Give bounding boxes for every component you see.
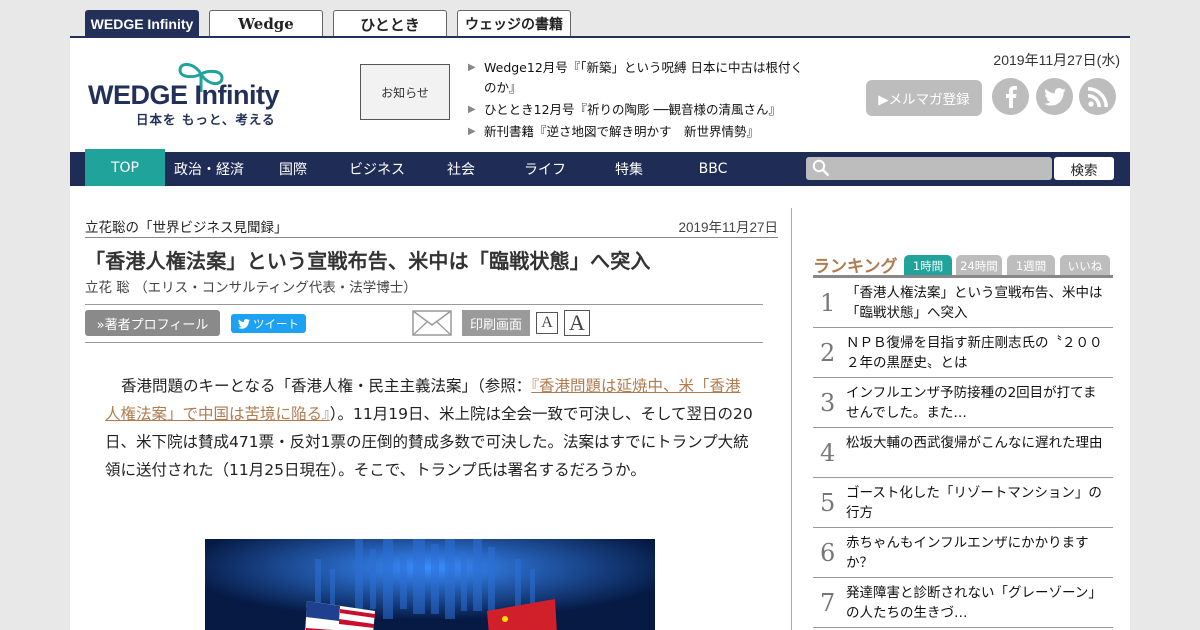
nav-item-politics-economy[interactable]: 政治・経済 — [165, 152, 253, 186]
tab-1-week[interactable]: 1週間 — [1007, 255, 1055, 276]
nav-item-society[interactable]: 社会 — [421, 152, 501, 186]
article-date: 2019年11月27日 — [678, 220, 778, 235]
news-item[interactable]: ▶ ひととき12月号『祈りの陶彫 ──観音様の清風さん』 — [468, 100, 813, 120]
ranking-title: ランキング — [813, 257, 898, 277]
site-logo[interactable]: WEDGE Infinity 日本を もっと、考える — [88, 56, 318, 127]
ranking-item[interactable]: 5 ゴースト化した「リゾートマンション」の行方 — [813, 478, 1113, 528]
search-icon — [812, 159, 830, 177]
ranking-item[interactable]: 4 松坂大輔の西武復帰がこんなに遅れた理由 — [813, 428, 1113, 478]
ranking-number: 6 — [820, 539, 836, 567]
nav-item-life[interactable]: ライフ — [501, 152, 589, 186]
tab-likes[interactable]: いいね — [1060, 255, 1110, 276]
ranking-item[interactable]: 3 インフルエンザ予防接種の2回目が打てませんでした。また… — [813, 378, 1113, 428]
nav-item-top[interactable]: TOP — [85, 149, 165, 186]
ranking-item-title: 松坂大輔の西武復帰がこんなに遅れた理由 — [846, 435, 1103, 451]
article-series[interactable]: 立花聡の「世界ビジネス見聞録」 — [85, 216, 288, 236]
divider — [85, 304, 763, 305]
arrow-right-icon: ▶ — [468, 126, 476, 137]
ranking-number: 3 — [820, 389, 836, 417]
page-container: WEDGE Infinity 日本を もっと、考える お知らせ ▶ Wedge12… — [70, 36, 1130, 630]
tweet-button[interactable]: ツイート — [231, 314, 306, 333]
ranking-item[interactable]: 6 赤ちゃんもインフルエンザにかかりますか？ — [813, 528, 1113, 578]
divider — [791, 208, 792, 630]
site-tab-hitotoki[interactable]: ひととき — [333, 10, 447, 37]
ranking-number: 4 — [820, 439, 836, 467]
nav-item-feature[interactable]: 特集 — [589, 152, 669, 186]
site-tab-wedge-books[interactable]: ウェッジの書籍 — [457, 10, 571, 37]
divider — [85, 237, 778, 238]
ranking-item-title: インフルエンザ予防接種の2回目が打てませんでした。また… — [846, 385, 1097, 421]
font-size-large-button[interactable]: A — [564, 310, 590, 336]
font-size-small-button[interactable]: A — [536, 312, 558, 334]
tweet-label: ツイート — [253, 316, 299, 331]
twitter-icon — [238, 318, 250, 329]
mail-magazine-button[interactable]: ▶メルマガ登録 — [866, 80, 982, 116]
ranking-number: 2 — [820, 339, 836, 367]
search-button[interactable]: 検索 — [1054, 157, 1114, 180]
article-body: 香港問題のキーとなる「香港人権・民主主義法案」（参照：『香港問題は延焼中、米「香… — [105, 372, 755, 484]
print-button[interactable]: 印刷画面 — [462, 310, 530, 336]
ranking-item[interactable]: 2 ＮＰＢ復帰を目指す新庄剛志氏の〝２００２年の黒歴史〟とは — [813, 328, 1113, 378]
page-title: 「香港人権法案」という宣戦布告、米中は「臨戦状態」へ突入 — [85, 249, 651, 273]
ranking-number: 7 — [820, 589, 836, 617]
arrow-right-icon: ▶ — [468, 62, 476, 73]
ranking-number: 1 — [820, 289, 836, 317]
news-item[interactable]: ▶ 新刊書籍『逆さ地図で解き明かす 新世界情勢』 — [468, 122, 813, 142]
site-tab-bar: WEDGE Infinity Wedge ひととき ウェッジの書籍 — [0, 0, 1200, 37]
divider — [85, 342, 763, 343]
tab-1-hour[interactable]: 1時間 — [904, 255, 952, 276]
site-tab-wedge-infinity[interactable]: WEDGE Infinity — [85, 10, 199, 37]
site-header: WEDGE Infinity 日本を もっと、考える お知らせ ▶ Wedge12… — [70, 38, 1130, 152]
notice-label[interactable]: お知らせ — [360, 64, 450, 120]
rss-icon[interactable] — [1079, 78, 1116, 115]
ranking-item-title: 発達障害と診断されない「グレーゾーン」の人たちの生きづ… — [846, 585, 1102, 621]
ranking-item-title: ＮＰＢ復帰を目指す新庄剛志氏の〝２００２年の黒歴史〟とは — [846, 335, 1103, 371]
ranking-item-title: ゴースト化した「リゾートマンション」の行方 — [846, 485, 1102, 521]
arrow-right-icon: ▶ — [468, 104, 476, 115]
ranking-item[interactable]: 7 発達障害と診断されない「グレーゾーン」の人たちの生きづ… — [813, 578, 1113, 628]
site-tab-wedge[interactable]: Wedge — [209, 10, 323, 37]
facebook-icon[interactable] — [992, 78, 1029, 115]
nav-item-bbc[interactable]: BBC — [669, 152, 757, 186]
nav-item-international[interactable]: 国際 — [253, 152, 333, 186]
ranking-item-title: 「香港人権法案」という宣戦布告、米中は「臨戦状態」へ突入 — [846, 285, 1103, 321]
nav-item-business[interactable]: ビジネス — [333, 152, 421, 186]
main-nav: TOP 政治・経済 国際 ビジネス 社会 ライフ 特集 BBC 検索 — [70, 149, 1130, 186]
ranking-item-title: 赤ちゃんもインフルエンザにかかりますか？ — [846, 535, 1089, 571]
ranking-number: 5 — [820, 489, 836, 517]
header-date: 2019年11月27日(水) — [993, 52, 1120, 68]
author-profile-button[interactable]: »著者プロフィール — [85, 310, 220, 336]
logo-tagline: 日本を もっと、考える — [136, 112, 276, 127]
search-input[interactable] — [806, 157, 1052, 180]
mail-icon[interactable] — [412, 310, 452, 336]
logo-wordmark: WEDGE Infinity — [88, 80, 280, 110]
article-byline: 立花 聡 （エリス・コンサルティング代表・法学博士） — [85, 280, 417, 296]
ranking-item[interactable]: 1 「香港人権法案」という宣戦布告、米中は「臨戦状態」へ突入 — [813, 278, 1113, 328]
article-hero-image — [205, 539, 655, 630]
news-item[interactable]: ▶ Wedge12月号『「新築」という呪縛 日本に中古は根付くのか』 — [468, 58, 813, 98]
body-text: 香港問題のキーとなる「香港人権・民主主義法案」（参照： — [121, 377, 532, 395]
tab-24-hours[interactable]: 24時間 — [956, 255, 1002, 276]
news-list: ▶ Wedge12月号『「新築」という呪縛 日本に中古は根付くのか』 ▶ ひととき1… — [468, 58, 813, 144]
twitter-icon[interactable] — [1036, 78, 1073, 115]
